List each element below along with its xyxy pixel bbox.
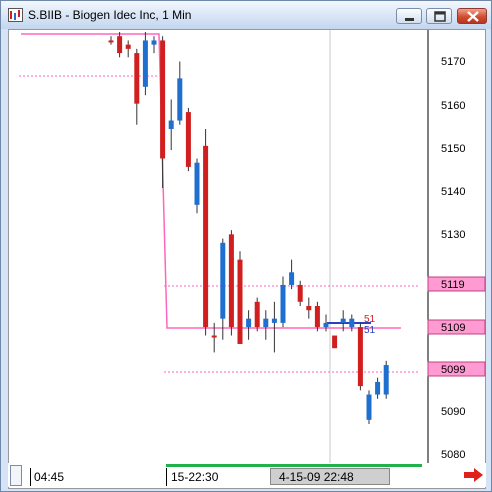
candle-body bbox=[237, 259, 243, 344]
level-badge: 5099 bbox=[441, 364, 465, 376]
candle-body bbox=[314, 306, 320, 328]
title-bar[interactable]: S.BIIB - Biogen Idec Inc, 1 Min bbox=[1, 1, 491, 29]
candle-body bbox=[246, 318, 252, 328]
candle-body bbox=[263, 318, 269, 328]
candle-body bbox=[151, 40, 157, 45]
candle-body bbox=[125, 44, 131, 49]
candle-body bbox=[168, 120, 174, 129]
level-badge: 5119 bbox=[441, 279, 465, 291]
candle-body bbox=[228, 234, 234, 328]
candlestick-plot[interactable]: 5170 5160 5150 5140 5130 5090 5080 5119 … bbox=[9, 30, 487, 464]
candle-body bbox=[220, 242, 226, 319]
time-axis-bar: 04:45 15-22:30 4-15-09 22:48 bbox=[8, 463, 486, 487]
chart-app-icon bbox=[8, 8, 23, 22]
close-icon bbox=[467, 11, 479, 22]
price-label: 5160 bbox=[441, 100, 465, 112]
candle-body bbox=[160, 40, 166, 159]
candle-body bbox=[366, 394, 372, 420]
price-label: 5080 bbox=[441, 449, 465, 461]
price-chart[interactable]: 5170 5160 5150 5140 5130 5090 5080 5119 … bbox=[8, 29, 486, 489]
candle-body bbox=[108, 40, 114, 43]
candle-body bbox=[332, 335, 338, 349]
candle-body bbox=[383, 365, 389, 395]
time-label: 15-22:30 bbox=[166, 468, 266, 486]
candle-body bbox=[194, 162, 200, 205]
close-button[interactable] bbox=[457, 8, 487, 24]
price-label: 5090 bbox=[441, 406, 465, 418]
scroll-left-button[interactable] bbox=[10, 465, 22, 486]
signal-marker: 51 bbox=[364, 314, 376, 325]
time-label: 04:45 bbox=[30, 468, 166, 486]
candle-body bbox=[323, 322, 329, 328]
candle-body bbox=[211, 335, 217, 338]
plot-area bbox=[9, 30, 428, 464]
maximize-button[interactable] bbox=[426, 8, 452, 24]
signal-marker: 51 bbox=[364, 325, 376, 336]
minimize-button[interactable] bbox=[396, 8, 422, 24]
candle-body bbox=[349, 318, 355, 328]
price-label: 5150 bbox=[441, 143, 465, 155]
candle-body bbox=[117, 36, 123, 54]
minimize-icon bbox=[405, 18, 414, 21]
candle-body bbox=[340, 318, 346, 323]
chart-window: S.BIIB - Biogen Idec Inc, 1 Min 5170 516… bbox=[0, 0, 492, 492]
candle-body bbox=[134, 53, 140, 104]
candle-body bbox=[289, 272, 295, 285]
price-label: 5140 bbox=[441, 186, 465, 198]
candle-body bbox=[375, 381, 381, 395]
candle-body bbox=[357, 327, 363, 387]
session-strip bbox=[166, 464, 422, 467]
candle-body bbox=[297, 284, 303, 302]
candle-body bbox=[306, 306, 312, 311]
price-label: 5170 bbox=[441, 56, 465, 68]
candle-body bbox=[142, 40, 148, 87]
candle-body bbox=[254, 301, 260, 328]
candle-body bbox=[177, 78, 183, 121]
scroll-right-arrow-icon[interactable] bbox=[460, 465, 486, 485]
candle-body bbox=[185, 112, 191, 167]
candle-body bbox=[280, 284, 286, 323]
candle-body bbox=[271, 318, 277, 323]
window-title: S.BIIB - Biogen Idec Inc, 1 Min bbox=[28, 8, 192, 22]
level-badge: 5109 bbox=[441, 322, 465, 334]
maximize-icon bbox=[434, 11, 446, 22]
cursor-time-label: 4-15-09 22:48 bbox=[270, 468, 390, 485]
candle-body bbox=[203, 145, 209, 328]
price-label: 5130 bbox=[441, 229, 465, 241]
